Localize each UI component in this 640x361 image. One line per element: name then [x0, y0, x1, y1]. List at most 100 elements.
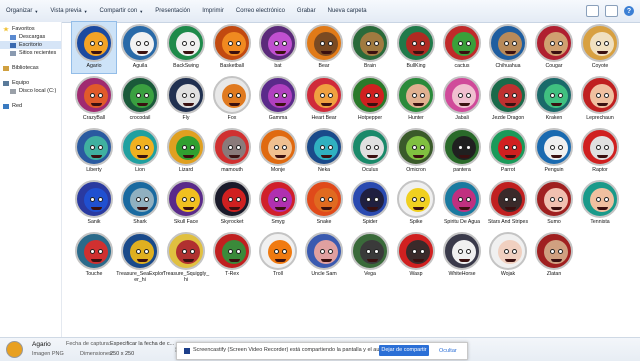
eye	[596, 93, 601, 98]
file-list: Agario Aguila BackSwing Basketball bat Bear Br…	[71, 21, 632, 337]
file-item[interactable]: Fly	[164, 74, 208, 125]
file-item[interactable]: mamouth	[210, 126, 254, 177]
stop-sharing-button[interactable]: Dejar de compartir	[379, 345, 429, 356]
grip-icon[interactable]: ⁞	[175, 347, 181, 355]
file-item[interactable]: Shark	[118, 178, 162, 229]
preview-pane-icon[interactable]	[605, 5, 618, 17]
file-item[interactable]: Sanik	[72, 178, 116, 229]
file-item[interactable]: bat	[256, 22, 300, 73]
file-item[interactable]: Leprechaun	[578, 74, 622, 125]
file-item[interactable]: BackSwing	[164, 22, 208, 73]
slideshow-button[interactable]: Presentación	[149, 8, 196, 14]
eye	[136, 41, 141, 46]
file-item[interactable]: Smyg	[256, 178, 300, 229]
file-item[interactable]: Lion	[118, 126, 162, 177]
file-item[interactable]: Aguila	[118, 22, 162, 73]
file-item[interactable]: Agario	[71, 21, 117, 74]
nav-downloads[interactable]: Descargas	[0, 33, 61, 41]
file-item[interactable]: Treasure_SeaExplorer_hi	[116, 230, 164, 283]
file-item[interactable]: cactus	[440, 22, 484, 73]
eye	[366, 145, 371, 150]
nav-desktop[interactable]: Escritorio	[0, 41, 61, 49]
organize-menu[interactable]: Organizar ▼	[0, 8, 44, 14]
file-label: Coyote	[591, 63, 609, 69]
change-view-icon[interactable]	[586, 5, 599, 17]
file-item[interactable]: pantera	[440, 126, 484, 177]
file-label: Heart Bear	[311, 115, 337, 121]
new-folder-button[interactable]: Nueva carpeta	[322, 8, 373, 14]
file-item[interactable]: Uncle Sam	[302, 230, 346, 281]
eye	[550, 197, 555, 202]
file-item[interactable]: Spiritu De Agua	[440, 178, 484, 229]
file-item[interactable]: Monje	[256, 126, 300, 177]
file-item[interactable]: Sumo	[532, 178, 576, 229]
file-item[interactable]: Oculus	[348, 126, 392, 177]
file-item[interactable]: Omicron	[394, 126, 438, 177]
nav-network[interactable]: Red	[0, 102, 61, 110]
file-item[interactable]: WhiteHorse	[440, 230, 484, 281]
file-item[interactable]: Chihuahua	[486, 22, 530, 73]
file-item[interactable]: Brain	[348, 22, 392, 73]
chevron-down-icon: ▼	[139, 8, 144, 14]
eye	[420, 41, 425, 46]
file-item[interactable]: Bear	[302, 22, 346, 73]
nav-favorites[interactable]: Favoritos	[0, 25, 61, 33]
nav-local-disk[interactable]: Disco local (C:)	[0, 87, 61, 95]
file-item[interactable]: Hunter	[394, 74, 438, 125]
file-item[interactable]: Snake	[302, 178, 346, 229]
file-item[interactable]: Troll	[256, 230, 300, 281]
file-item[interactable]: Fox	[210, 74, 254, 125]
nav-recent-places[interactable]: Sitios recientes	[0, 49, 61, 57]
email-button[interactable]: Correo electrónico	[230, 8, 291, 14]
file-item[interactable]: Neka	[302, 126, 346, 177]
burn-button[interactable]: Grabar	[291, 8, 322, 14]
file-item[interactable]: Lizard	[164, 126, 208, 177]
file-label: BullKing	[406, 63, 426, 69]
help-icon[interactable]: ?	[624, 6, 634, 16]
eye	[144, 197, 149, 202]
thumbnail	[213, 180, 251, 218]
file-item[interactable]: Jabali	[440, 74, 484, 125]
file-item[interactable]: Kraken	[532, 74, 576, 125]
file-item[interactable]: CrazyBall	[72, 74, 116, 125]
file-item[interactable]: Skull Face	[164, 178, 208, 229]
file-item[interactable]: Jezde Dragon	[486, 74, 530, 125]
date-taken-field[interactable]: Especificar la fecha de c...	[110, 341, 174, 347]
file-item[interactable]: Raptor	[578, 126, 622, 177]
file-item[interactable]: Gamma	[256, 74, 300, 125]
file-item[interactable]: Treasure_Squiggly_hi	[163, 230, 209, 283]
file-item[interactable]: Wasp	[394, 230, 438, 281]
file-item[interactable]: Spider	[348, 178, 392, 229]
file-item[interactable]: Skyrocket	[210, 178, 254, 229]
share-with-menu[interactable]: Compartir con ▼	[94, 8, 150, 14]
file-label: crocodail	[129, 115, 151, 121]
mouth	[137, 155, 148, 158]
file-item[interactable]: Parrot	[486, 126, 530, 177]
file-item[interactable]: Liberty	[72, 126, 116, 177]
thumbnail	[581, 180, 619, 218]
file-item[interactable]: Cougar	[532, 22, 576, 73]
file-item[interactable]: Touche	[72, 230, 116, 281]
file-item[interactable]: Penguin	[532, 126, 576, 177]
file-item[interactable]: Spike	[394, 178, 438, 229]
file-item[interactable]: Vega	[348, 230, 392, 281]
preview-menu[interactable]: Vista previa ▼	[44, 8, 93, 14]
file-label: Basketball	[220, 63, 244, 69]
file-item[interactable]: Basketball	[210, 22, 254, 73]
file-item[interactable]: BullKing	[394, 22, 438, 73]
hide-button[interactable]: Ocultar	[439, 346, 457, 356]
file-item[interactable]: Tennista	[578, 178, 622, 229]
nav-libraries[interactable]: Bibliotecas	[0, 64, 61, 72]
file-item[interactable]: Heart Bear	[302, 74, 346, 125]
nav-computer[interactable]: Equipo	[0, 79, 61, 87]
mouth	[459, 155, 470, 158]
file-item[interactable]: Stars And Stripes	[486, 178, 530, 229]
eye	[236, 145, 241, 150]
file-item[interactable]: crocodail	[118, 74, 162, 125]
file-item[interactable]: Wojak	[486, 230, 530, 281]
file-item[interactable]: T-Rex	[210, 230, 254, 281]
file-item[interactable]: Zlatan	[532, 230, 576, 281]
file-item[interactable]: Hotpepper	[348, 74, 392, 125]
file-item[interactable]: Coyote	[578, 22, 622, 73]
print-button[interactable]: Imprimir	[196, 8, 230, 14]
